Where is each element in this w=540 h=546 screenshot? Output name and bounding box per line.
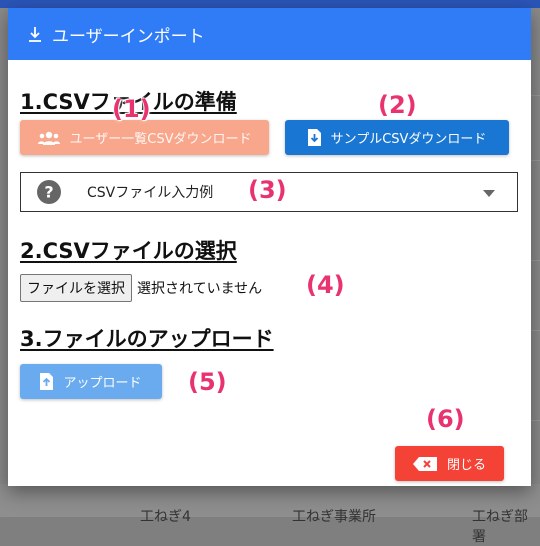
close-button[interactable]: 閉じる [395,446,504,481]
backspace-icon [412,456,437,471]
file-status-text: 選択されていません [137,281,263,297]
background-cell: 工ねぎ4 [140,509,191,525]
background-row-line [530,95,540,96]
background-app-bar [0,0,540,8]
file-download-icon [307,129,321,146]
csv-example-label: CSVファイル入力例 [87,185,214,201]
background-table-row: 工ねぎ4 工ねぎ事業所 工ねぎ部署 [0,484,540,545]
section-title-select: 2.CSVファイルの選択 [20,239,237,263]
annotation-marker: (5) [188,368,227,396]
background-row-line [530,160,540,161]
annotation-marker: (2) [378,91,417,119]
sample-csv-download-label: サンプルCSVダウンロード [330,132,487,147]
background-cell: 工ねぎ事業所 [292,509,376,525]
user-list-csv-download-label: ユーザー一覧CSVダウンロード [69,132,252,147]
annotation-marker: (6) [426,405,465,433]
upload-label: アップロード [63,376,142,391]
user-list-csv-download-button[interactable]: ユーザー一覧CSVダウンロード [20,120,269,155]
chevron-down-icon [483,190,495,197]
sample-csv-download-button[interactable]: サンプルCSVダウンロード [285,120,509,155]
annotation-marker: (1) [112,95,151,123]
download-icon [29,27,41,42]
dialog-title: ユーザーインポート [52,26,205,47]
close-label: 閉じる [446,458,486,473]
users-icon [37,131,60,145]
background-row-line [530,420,540,421]
svg-text:?: ? [44,183,53,202]
background-cell: 工ねぎ部署 [472,509,528,545]
annotation-marker: (4) [306,271,345,299]
section-title-upload: 3.ファイルのアップロード [20,327,274,351]
help-circle-icon: ? [37,180,61,204]
file-upload-icon [40,373,54,390]
background-row-line [530,260,540,261]
upload-button[interactable]: アップロード [20,364,162,399]
file-input-row: ファイルを選択 選択されていません [20,274,262,302]
annotation-marker: (3) [248,176,287,204]
background-row-line [530,330,540,331]
dialog-header: ユーザーインポート [8,8,531,60]
choose-file-button[interactable]: ファイルを選択 [20,274,132,302]
